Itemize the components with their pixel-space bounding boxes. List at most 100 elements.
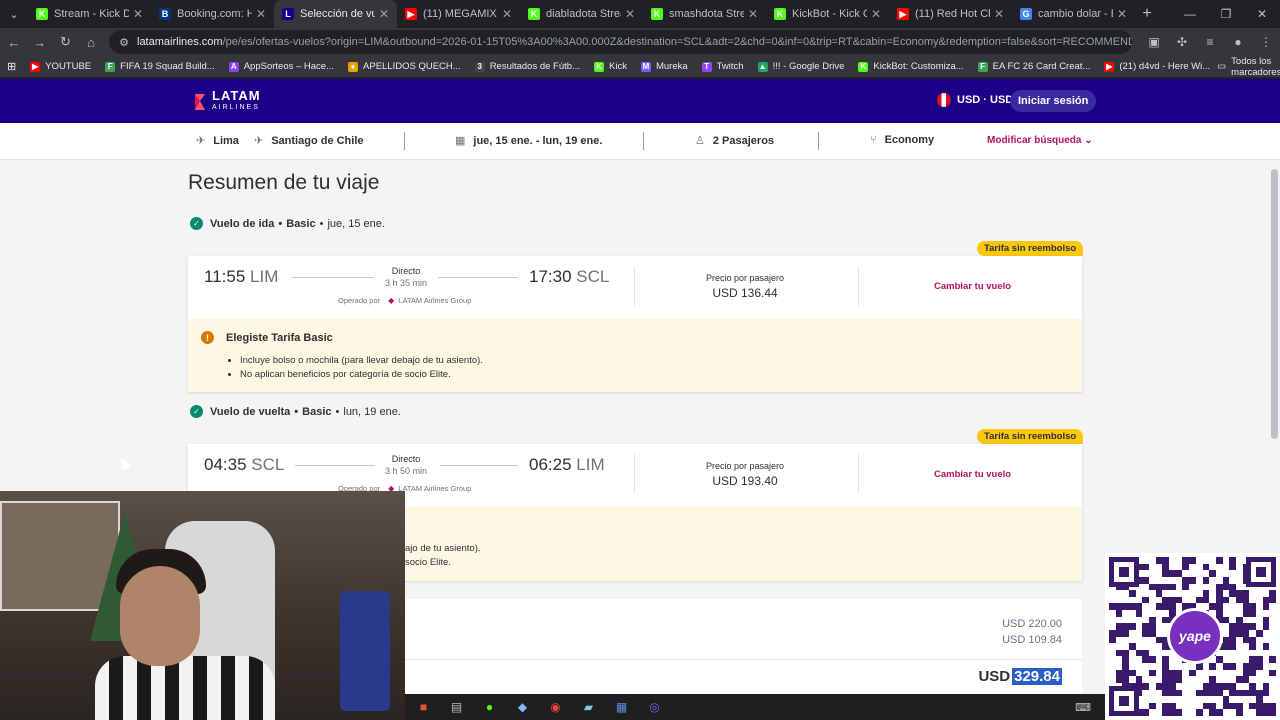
dates[interactable]: ▦ jue, 15 ene. - lun, 19 ene. <box>455 134 602 148</box>
outbound-price-label: Precio por pasajero <box>705 273 785 283</box>
origin[interactable]: ✈ Lima <box>196 134 239 148</box>
close-tab-icon[interactable]: ✕ <box>256 7 266 21</box>
change-inbound-flight-link[interactable]: Cambiar tu vuelo <box>934 469 1011 480</box>
route-line <box>440 465 518 466</box>
browser-tab[interactable]: Kdiabladota Stream - ✕ <box>520 0 643 28</box>
all-bookmarks[interactable]: ▭ Todos los marcadores <box>1217 56 1280 78</box>
extensions-puzzle-icon[interactable]: ✣ <box>1168 35 1196 49</box>
latam-logo[interactable]: LATAM AIRLINES <box>193 88 261 114</box>
passengers[interactable]: ♙ 2 Pasajeros <box>695 134 775 148</box>
page-title: Resumen de tu viaje <box>188 171 380 194</box>
bookmark-item[interactable]: 3 Resultados de Fútb... <box>468 61 587 72</box>
tab-title: (11) Red Hot Chi <box>915 8 990 20</box>
media-controls-icon[interactable]: ≡ <box>1196 35 1224 49</box>
peru-flag-icon <box>937 93 951 107</box>
close-tab-icon[interactable]: ✕ <box>502 7 512 21</box>
bookmark-item[interactable]: T Twitch <box>695 61 751 72</box>
bookmark-item[interactable]: ● APELLIDOS QUECH... <box>341 61 468 72</box>
extension-icon[interactable]: ▣ <box>1140 35 1168 49</box>
browser-tab[interactable]: Ksmashdota Stream - ✕ <box>643 0 766 28</box>
bookmark-label: Kick <box>609 61 627 72</box>
browser-tab[interactable]: ▶ (11) Red Hot Chi ✕ <box>889 0 1012 28</box>
tab-title: Selección de vuelos | <box>300 8 375 20</box>
bookmark-item[interactable]: K Kick <box>587 61 634 72</box>
new-tab-button[interactable]: + <box>1135 5 1159 23</box>
forward-icon[interactable]: → <box>28 30 52 54</box>
tab-search-icon[interactable]: ⌄ <box>0 0 28 28</box>
browser-tab[interactable]: ▶ (11) MEGAMIX DISCO ✕ <box>397 0 520 28</box>
bookmark-item[interactable]: A AppSorteos – Hace... <box>222 61 341 72</box>
qr-finder <box>1109 686 1139 716</box>
steam-icon[interactable]: ◆ <box>506 696 539 718</box>
close-tab-icon[interactable]: ✕ <box>133 7 143 21</box>
tab-title: diabladota Stream - <box>546 8 621 20</box>
outbound-dep-time: 11:55 <box>204 267 246 286</box>
address-bar[interactable]: ⚙ latamairlines.com/pe/es/ofertas-vuelos… <box>109 30 1132 54</box>
bookmark-item[interactable]: ▲ !!! - Google Drive <box>751 61 852 72</box>
close-window-icon[interactable]: ✕ <box>1244 0 1280 28</box>
close-tab-icon[interactable]: ✕ <box>625 7 635 21</box>
close-tab-icon[interactable]: ✕ <box>748 7 758 21</box>
brand-name: LATAM <box>212 88 261 103</box>
tab-title: KickBot - Kick Chatb <box>792 8 867 20</box>
notepad-icon[interactable]: ▰ <box>572 696 605 718</box>
keyboard-tray-icon[interactable]: ⌨ <box>1075 701 1091 714</box>
discord-icon[interactable]: ◎ <box>638 696 671 718</box>
folder-icon: ▭ <box>1217 61 1227 72</box>
back-icon[interactable]: ← <box>2 30 26 54</box>
passengers-label: 2 Pasajeros <box>712 134 775 147</box>
file-explorer-icon[interactable]: ▤ <box>440 696 473 718</box>
bookmark-item[interactable]: M Mureka <box>634 61 695 72</box>
bookmark-item[interactable]: ▶ (21) d4vd - Here Wi... <box>1097 61 1217 72</box>
site-info-icon[interactable]: ⚙ <box>119 36 129 49</box>
inbound-date: lun, 19 ene. <box>343 405 401 418</box>
bookmark-label: Mureka <box>655 61 688 72</box>
apps-grid-icon[interactable]: ⊞ <box>0 60 23 73</box>
browser-tab[interactable]: K Stream - Kick Dashbo ✕ <box>28 0 151 28</box>
browser-tab[interactable]: K KickBot - Kick Chatb ✕ <box>766 0 889 28</box>
cabin[interactable]: ⑂ Economy <box>870 134 934 146</box>
bookmark-item[interactable]: K KickBot: Customiza... <box>851 61 970 72</box>
bookmark-item[interactable]: F FIFA 19 Squad Build... <box>98 61 222 72</box>
bookmark-label: AppSorteos – Hace... <box>243 61 335 72</box>
yape-logo: yape <box>1167 608 1223 664</box>
close-tab-icon[interactable]: ✕ <box>1117 7 1127 21</box>
window-controls: — ❐ ✕ <box>1172 0 1280 28</box>
tab-favicon-icon: K <box>36 8 48 20</box>
login-button[interactable]: Iniciar sesión <box>1010 90 1097 112</box>
inbound-fare-badge: Tarifa sin reembolso <box>977 429 1084 444</box>
modify-search-button[interactable]: Modificar búsqueda ⌄ <box>987 135 1093 146</box>
restore-icon[interactable]: ❐ <box>1208 0 1244 28</box>
destination[interactable]: ✈ Santiago de Chile <box>254 134 364 148</box>
calculator-icon[interactable]: ▦ <box>605 696 638 718</box>
obs-icon[interactable]: ◉ <box>539 696 572 718</box>
outbound-date: jue, 15 ene. <box>327 217 385 230</box>
close-tab-icon[interactable]: ✕ <box>994 7 1004 21</box>
outbound-label: Vuelo de ida <box>210 217 275 230</box>
browser-tab[interactable]: B Booking.com: Hotele ✕ <box>151 0 274 28</box>
bookmark-item[interactable]: F EA FC 26 Card Creat... <box>971 61 1098 72</box>
bookmark-favicon-icon: K <box>594 61 604 72</box>
app-icon[interactable]: ■ <box>407 696 440 718</box>
profile-avatar-icon[interactable]: ● <box>1224 35 1252 49</box>
change-outbound-flight-link[interactable]: Cambiar tu vuelo <box>934 281 1011 292</box>
outbound-flight-card: 11:55 LIM Directo 3 h 35 min 17:30 SCL Op… <box>188 256 1082 392</box>
bookmark-item[interactable]: ▶ YOUTUBE <box>23 61 98 72</box>
divider <box>858 266 859 306</box>
reload-icon[interactable]: ↻ <box>54 30 78 54</box>
close-tab-icon[interactable]: ✕ <box>871 7 881 21</box>
menu-icon[interactable]: ⋮ <box>1252 35 1280 49</box>
search-summary-bar: ✈ Lima ✈ Santiago de Chile ▦ jue, 15 ene. -… <box>0 123 1280 160</box>
close-tab-icon[interactable]: ✕ <box>379 7 389 21</box>
outbound-fare: Basic <box>286 217 316 230</box>
mouse-cursor-icon <box>116 455 132 471</box>
browser-tab[interactable]: L Selección de vuelos | ✕ <box>274 0 397 28</box>
bookmark-label: !!! - Google Drive <box>772 61 845 72</box>
home-icon[interactable]: ⌂ <box>79 30 103 54</box>
browser-tab[interactable]: Gcambio dolar - Busca ✕ <box>1012 0 1135 28</box>
spotify-icon[interactable]: ● <box>473 696 506 718</box>
minimize-icon[interactable]: — <box>1172 0 1208 28</box>
currency-selector[interactable]: USD · USD <box>937 93 1013 107</box>
page-scrollbar[interactable] <box>1271 169 1278 439</box>
check-icon: ✓ <box>190 405 203 418</box>
